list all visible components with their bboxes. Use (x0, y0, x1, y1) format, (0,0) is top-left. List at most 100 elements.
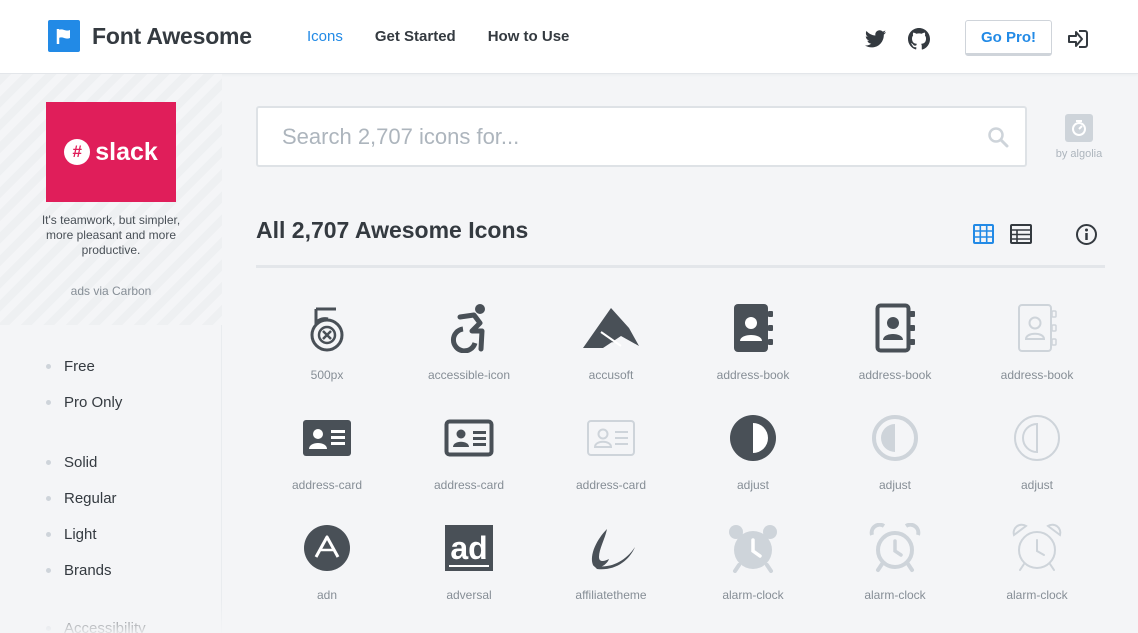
twitter-icon[interactable] (865, 28, 887, 50)
nav-how-to-use[interactable]: How to Use (488, 28, 570, 45)
accusoft-icon (540, 300, 682, 356)
icon-card-500px[interactable]: 500px (256, 300, 398, 400)
icon-name: adjust (1020, 478, 1054, 492)
icon-card-affiliatetheme[interactable]: affiliatetheme (540, 520, 682, 620)
bullet-icon (46, 496, 51, 501)
filter-accessibility[interactable]: Accessibility (46, 620, 146, 633)
icon-card-adjust[interactable]: adjust (682, 410, 824, 510)
address-card-light-icon (540, 410, 682, 466)
grid-view-icon[interactable] (973, 224, 994, 249)
algolia-badge[interactable]: by algolia (1049, 114, 1109, 160)
search-icon[interactable] (987, 126, 1009, 153)
alarm-clock-light-icon (966, 520, 1108, 576)
icon-card-address-book[interactable]: address-book (824, 300, 966, 400)
icon-name: accusoft (588, 368, 634, 382)
icon-card-alarm-clock[interactable]: alarm-clock (682, 520, 824, 620)
filter-label: Brands (64, 562, 112, 579)
icon-name: adjust (878, 478, 912, 492)
filter-brands[interactable]: Brands (46, 562, 112, 579)
icon-name: adjust (736, 478, 770, 492)
adjust-light-icon (966, 410, 1108, 466)
info-icon[interactable] (1075, 223, 1098, 251)
filter-pro-only[interactable]: Pro Only (46, 394, 122, 411)
adjust-solid-icon (682, 410, 824, 466)
adn-icon (256, 520, 398, 576)
icon-card-accusoft[interactable]: accusoft (540, 300, 682, 400)
algolia-icon (1065, 114, 1093, 142)
500px-icon (256, 300, 398, 356)
icon-name: affiliatetheme (575, 588, 647, 602)
ad-via[interactable]: ads via Carbon (40, 284, 182, 298)
icon-name: alarm-clock (722, 588, 784, 602)
icon-card-address-book[interactable]: address-book (966, 300, 1108, 400)
filter-label: Regular (64, 490, 117, 507)
icon-card-address-card[interactable]: address-card (398, 410, 540, 510)
top-header: Font Awesome Icons Get Started How to Us… (0, 0, 1138, 74)
filter-label: Accessibility (64, 620, 146, 633)
search-input[interactable]: Search 2,707 icons for... (282, 124, 519, 150)
github-icon[interactable] (908, 28, 930, 50)
filter-free[interactable]: Free (46, 358, 95, 375)
alarm-clock-regular-icon (824, 520, 966, 576)
icon-name: 500px (310, 368, 344, 382)
bullet-icon (46, 532, 51, 537)
icon-name: address-book (716, 368, 790, 382)
sidebar: # slack It's teamwork, but simpler, more… (0, 74, 222, 633)
icon-name: accessible-icon (427, 368, 511, 382)
filter-solid[interactable]: Solid (46, 454, 97, 471)
address-card-regular-icon (398, 410, 540, 466)
filter-regular[interactable]: Regular (46, 490, 117, 507)
filter-label: Pro Only (64, 394, 123, 411)
icon-name: address-card (575, 478, 647, 492)
main-nav: Icons Get Started How to Use (307, 28, 601, 45)
bullet-icon (46, 364, 51, 369)
address-book-regular-icon (824, 300, 966, 356)
ad-text[interactable]: It's teamwork, but simpler, more pleasan… (40, 213, 182, 258)
nav-get-started[interactable]: Get Started (375, 28, 456, 45)
icon-name: address-card (433, 478, 505, 492)
icon-card-alarm-clock[interactable]: alarm-clock (824, 520, 966, 620)
accessible-icon (398, 300, 540, 356)
search-box[interactable]: Search 2,707 icons for... (256, 106, 1027, 167)
icon-card-address-card[interactable]: address-card (540, 410, 682, 510)
icon-card-address-card[interactable]: address-card (256, 410, 398, 510)
slack-ad-image[interactable]: # slack (46, 102, 176, 202)
sign-in-icon[interactable] (1067, 28, 1089, 50)
icon-card-accessible-icon[interactable]: accessible-icon (398, 300, 540, 400)
address-card-solid-icon (256, 410, 398, 466)
list-view-icon[interactable] (1010, 224, 1032, 249)
go-pro-button[interactable]: Go Pro! (965, 20, 1052, 56)
nav-icons[interactable]: Icons (307, 28, 343, 45)
icon-name: address-book (858, 368, 932, 382)
slack-hash-icon: # (64, 139, 91, 165)
bullet-icon (46, 400, 51, 405)
filter-label: Free (64, 358, 95, 375)
bullet-icon (46, 626, 51, 631)
icon-name: address-card (291, 478, 363, 492)
affiliatetheme-icon (540, 520, 682, 576)
icon-name: alarm-clock (1006, 588, 1068, 602)
brand-name: Font Awesome (92, 22, 252, 49)
icon-name: address-book (1000, 368, 1074, 382)
bullet-icon (46, 568, 51, 573)
filter-light[interactable]: Light (46, 526, 97, 543)
brand-logo[interactable]: Font Awesome (48, 20, 252, 52)
carbon-ad: # slack It's teamwork, but simpler, more… (0, 74, 222, 325)
svg-text:ad: ad (450, 530, 487, 566)
icon-card-adn[interactable]: adn (256, 520, 398, 620)
icon-card-adversal[interactable]: ad adversal (398, 520, 540, 620)
filter-label: Solid (64, 454, 98, 471)
icon-name: alarm-clock (864, 588, 926, 602)
icon-card-address-book[interactable]: address-book (682, 300, 824, 400)
address-book-solid-icon (682, 300, 824, 356)
flag-icon (48, 20, 80, 52)
algolia-label: by algolia (1055, 148, 1103, 160)
adversal-icon: ad (398, 520, 540, 576)
icon-card-alarm-clock[interactable]: alarm-clock (966, 520, 1108, 620)
ad-brand: slack (95, 137, 158, 166)
icon-name: adn (316, 588, 338, 602)
icon-card-adjust[interactable]: adjust (966, 410, 1108, 510)
icon-card-adjust[interactable]: adjust (824, 410, 966, 510)
page-title: All 2,707 Awesome Icons (256, 217, 529, 243)
address-book-light-icon (966, 300, 1108, 356)
